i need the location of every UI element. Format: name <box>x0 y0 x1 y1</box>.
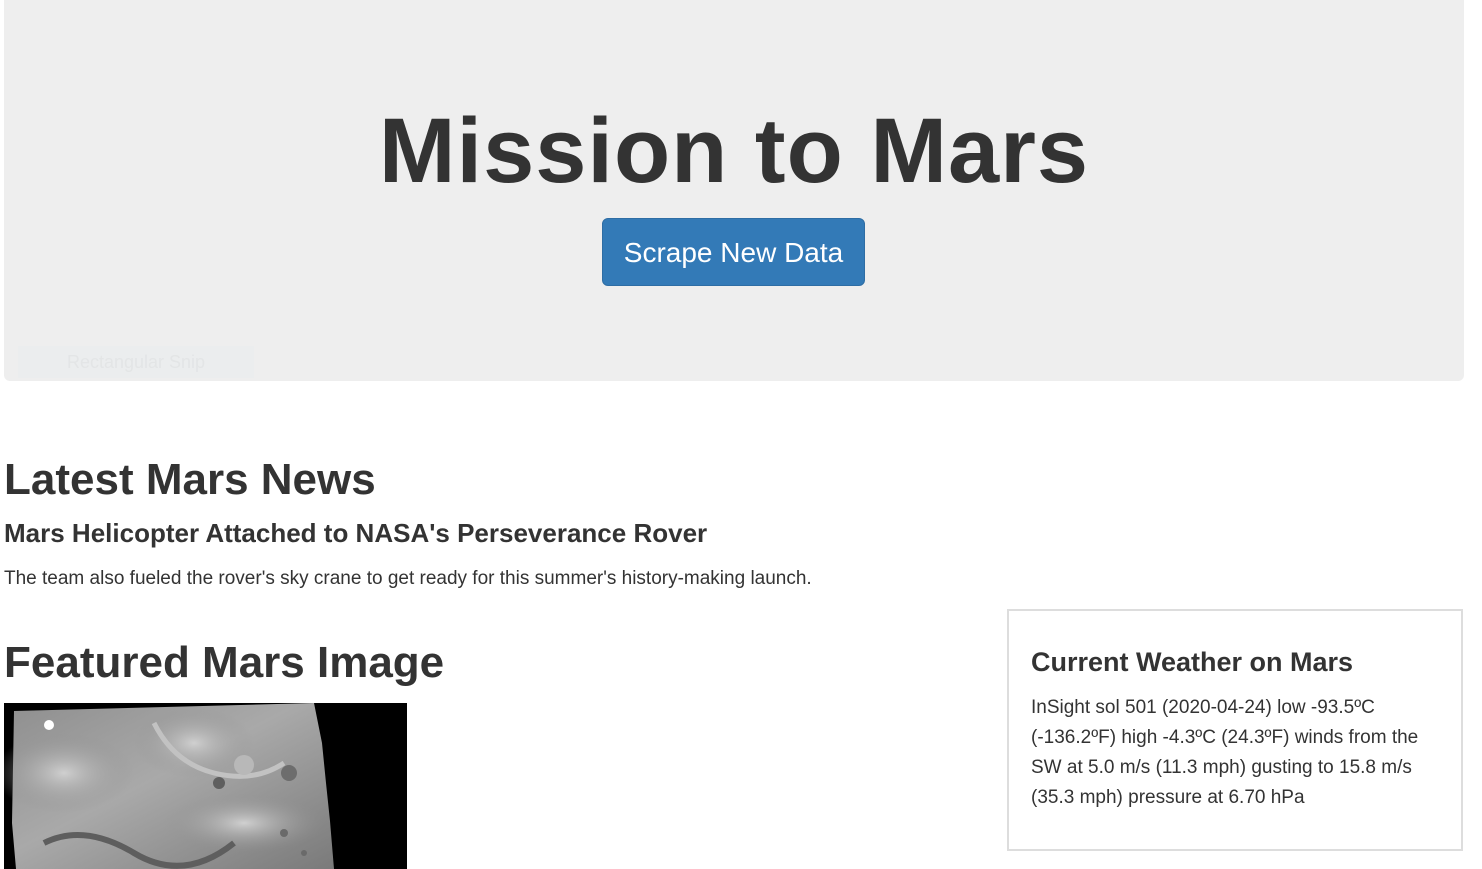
latest-news-heading: Latest Mars News <box>4 455 376 504</box>
weather-panel: Current Weather on Mars InSight sol 501 … <box>1007 609 1463 851</box>
scrape-new-data-button[interactable]: Scrape New Data <box>602 218 865 286</box>
featured-image-heading: Featured Mars Image <box>4 638 445 687</box>
page-title: Mission to Mars <box>378 100 1090 202</box>
jumbotron: Mission to Mars Scrape New Data Rectangu… <box>4 0 1464 381</box>
news-paragraph: The team also fueled the rover's sky cra… <box>4 568 812 589</box>
weather-report: InSight sol 501 (2020-04-24) low -93.5ºC… <box>1031 697 1419 808</box>
rectangular-snip-overlay: Rectangular Snip <box>18 346 254 378</box>
news-title: Mars Helicopter Attached to NASA's Perse… <box>4 518 708 548</box>
featured-mars-image <box>4 703 407 869</box>
mars-terrain-image <box>4 703 407 869</box>
weather-heading: Current Weather on Mars <box>1031 647 1354 677</box>
